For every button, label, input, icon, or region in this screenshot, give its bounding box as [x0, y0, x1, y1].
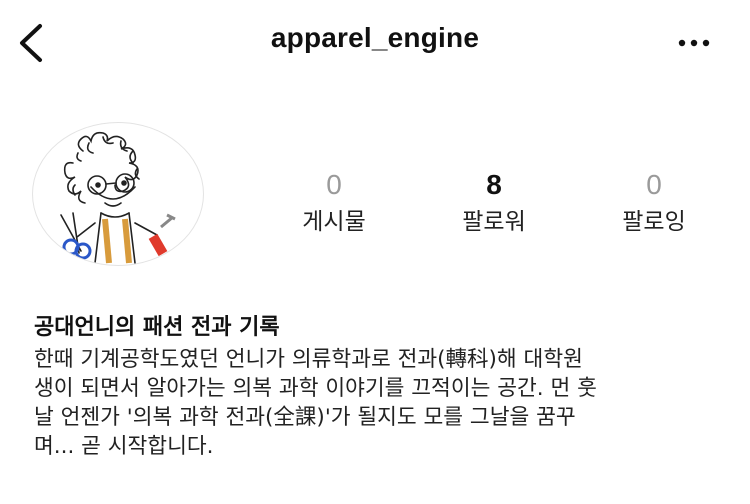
profile-avatar[interactable] [32, 122, 204, 266]
profile-bio: 한때 기계공학도였던 언니가 의류학과로 전과(轉科)해 대학원 생이 되면서 … [34, 345, 724, 461]
following-count: 0 [646, 169, 662, 200]
followers-count: 8 [486, 169, 502, 200]
top-bar: apparel_engine [0, 0, 750, 86]
bio-line: 며... 곧 시작합니다. [34, 434, 214, 459]
profile-username: apparel_engine [270, 22, 480, 53]
following-label: 팔로잉 [622, 209, 686, 235]
stat-following[interactable]: 0 팔로잉 [584, 168, 724, 238]
bio-line: 날 언젠가 '의복 과학 전과(全課)'가 될지도 모를 그날을 꿈꾸 [34, 405, 576, 430]
posts-count: 0 [326, 169, 342, 200]
profile-display-name: 공대언니의 패션 전과 기록 [34, 315, 280, 340]
avatar-image [32, 122, 204, 266]
posts-label: 게시물 [302, 209, 366, 235]
stat-followers[interactable]: 8 팔로워 [424, 168, 564, 238]
bio-line: 한때 기계공학도였던 언니가 의류학과로 전과(轉科)해 대학원 [34, 347, 583, 372]
more-horizontal-icon [678, 39, 710, 47]
more-options-button[interactable] [676, 32, 716, 54]
stat-posts[interactable]: 0 게시물 [264, 168, 404, 238]
followers-label: 팔로워 [462, 209, 526, 235]
bio-line: 생이 되면서 알아가는 의복 과학 이야기를 끄적이는 공간. 먼 훗 [34, 376, 597, 401]
